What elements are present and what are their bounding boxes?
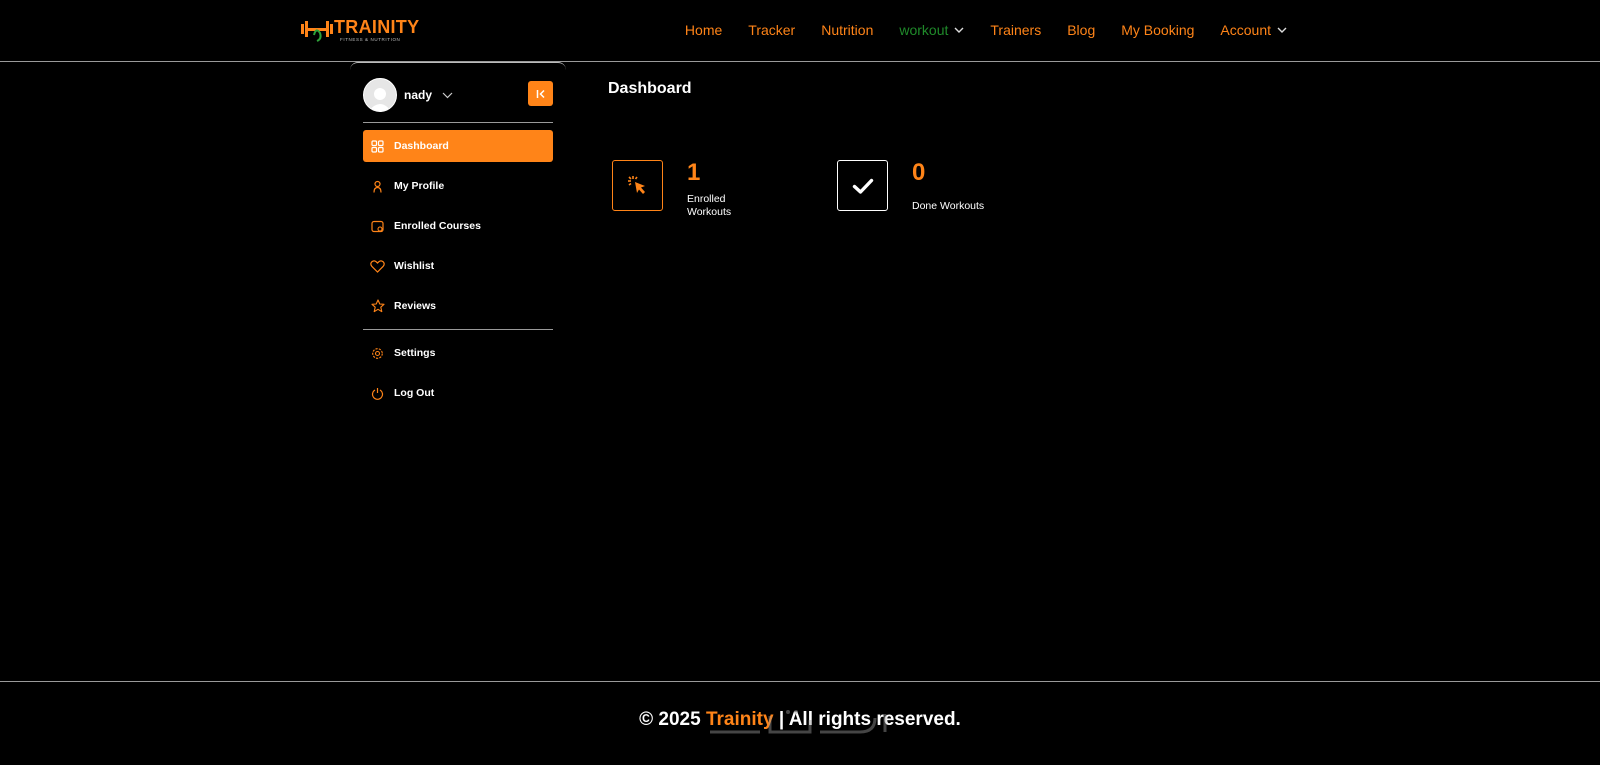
stat-enrolled-workouts: 1 Enrolled Workouts [612, 159, 782, 218]
nav-my-booking[interactable]: My Booking [1121, 22, 1194, 38]
dumbbell-logo-icon [301, 21, 333, 42]
main-nav: Home Tracker Nutrition workout Trainers … [685, 22, 1287, 38]
nav-label: workout [899, 22, 949, 38]
sidebar-item-label: My Profile [394, 180, 445, 192]
sidebar-divider [363, 329, 553, 330]
nav-tracker[interactable]: Tracker [748, 22, 795, 38]
trainity-logo[interactable]: TRAINITY FITNESS & NUTRITION [300, 16, 419, 46]
logo-text: TRAINITY [334, 17, 420, 37]
stat-icon-box [612, 160, 663, 211]
sidebar-item-enrolled-courses[interactable]: Enrolled Courses [363, 210, 553, 242]
nav-label: Account [1220, 22, 1271, 38]
check-icon [852, 178, 873, 194]
stat-icon-box [837, 160, 888, 211]
copyright-prefix: © 2025 [639, 709, 706, 730]
sidebar-item-label: Enrolled Courses [394, 220, 481, 232]
nav-label: Tracker [748, 22, 796, 38]
nav-workout[interactable]: workout [899, 22, 964, 38]
stat-value: 0 [912, 159, 926, 186]
sidebar-item-dashboard[interactable]: Dashboard [363, 130, 553, 162]
stat-done-workouts: 0 Done Workouts [837, 159, 1007, 212]
sidebar-item-label: Wishlist [394, 260, 435, 272]
nav-blog[interactable]: Blog [1067, 22, 1095, 38]
grid-icon [370, 139, 385, 154]
sidebar-divider [363, 122, 553, 123]
user-icon [370, 179, 385, 194]
collapse-icon [536, 89, 545, 98]
sidebar-item-label: Dashboard [394, 140, 449, 152]
top-navbar: TRAINITY FITNESS & NUTRITION Home Tracke… [0, 0, 1600, 62]
sidebar-item-log-out[interactable]: Log Out [363, 377, 553, 409]
sidebar-item-label: Reviews [394, 300, 437, 312]
dashboard-sidebar: nady Dashboard My Profile Enrolled Cours… [350, 62, 566, 412]
sidebar-item-reviews[interactable]: Reviews [363, 290, 553, 322]
footer-brand-link[interactable]: Trainity [706, 709, 774, 730]
sidebar-item-label: Settings [394, 347, 436, 359]
nav-trainers[interactable]: Trainers [990, 22, 1041, 38]
user-menu[interactable]: nady [363, 77, 453, 113]
avatar [363, 78, 397, 112]
nav-label: My Booking [1121, 22, 1195, 38]
page-title: Dashboard [608, 80, 692, 97]
footer: © 2025 Trainity | All rights reserved. [0, 681, 1600, 765]
nav-label: Blog [1067, 22, 1096, 38]
sidebar-item-wishlist[interactable]: Wishlist [363, 250, 553, 282]
logo-subtitle: FITNESS & NUTRITION [340, 37, 401, 42]
stat-label: Done Workouts [912, 200, 985, 212]
nav-label: Trainers [990, 22, 1042, 38]
star-icon [370, 299, 385, 314]
nav-account[interactable]: Account [1220, 22, 1287, 38]
copyright-text: © 2025 Trainity | All rights reserved. [0, 709, 1600, 731]
sidebar-item-label: Log Out [394, 387, 435, 399]
sidebar-item-my-profile[interactable]: My Profile [363, 170, 553, 202]
chevron-down-icon [1277, 27, 1287, 33]
chevron-down-icon [954, 27, 964, 33]
nav-label: Home [684, 22, 723, 38]
cursor-click-icon [627, 175, 645, 194]
gear-icon [370, 346, 385, 361]
stat-label: Enrolled Workouts [687, 193, 732, 218]
collapse-sidebar-button[interactable] [528, 81, 553, 106]
heart-icon [370, 259, 385, 274]
nav-home[interactable]: Home [685, 22, 722, 38]
power-icon [370, 386, 385, 401]
stat-value: 1 [687, 159, 701, 186]
course-icon [370, 219, 385, 234]
copyright-suffix: | All rights reserved. [773, 709, 961, 730]
nav-label: Nutrition [821, 22, 874, 38]
nav-nutrition[interactable]: Nutrition [821, 22, 873, 38]
user-name: nady [404, 88, 433, 102]
avatar-placeholder-icon [369, 88, 391, 111]
sidebar-item-settings[interactable]: Settings [363, 337, 553, 369]
chevron-down-icon [442, 86, 453, 104]
